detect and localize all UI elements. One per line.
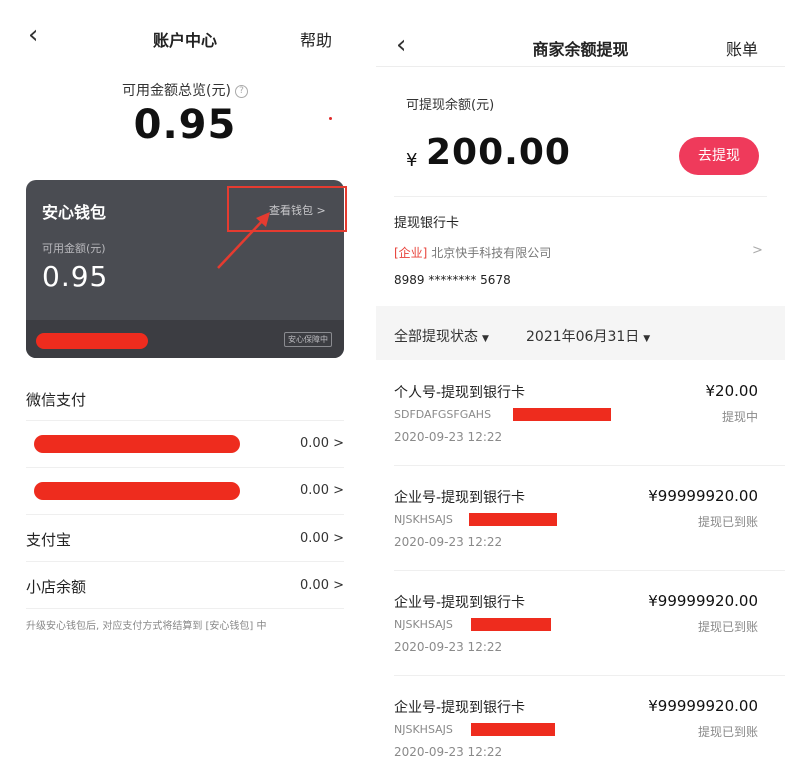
wechat-account-row[interactable]: 0.00 > (26, 468, 344, 514)
divider (394, 196, 767, 197)
wallet-card-title: 安心钱包 (42, 203, 107, 222)
withdrawable-label: 可提现余额(元) (406, 98, 495, 113)
guarantee-badge: 安心保障中 (284, 332, 332, 347)
help-link[interactable]: 帮助 (300, 27, 332, 51)
redaction-mark (469, 513, 557, 526)
redaction-mark (36, 333, 148, 349)
annotation-arrow-icon (217, 212, 270, 269)
wechat-pay-label: 微信支付 (26, 391, 87, 409)
record-id: NJSKHSAJS (394, 723, 453, 736)
record-time: 2020-09-23 12:22 (394, 430, 503, 444)
upgrade-footnote: 升级安心钱包后, 对应支付方式将结算到 [安心钱包] 中 (26, 621, 267, 632)
company-name: 北京快手科技有限公司 (431, 246, 552, 260)
wechat-account-row[interactable]: 0.00 > (26, 421, 344, 467)
wallet-balance: 0.95 (42, 260, 109, 293)
divider (26, 608, 344, 609)
bill-link[interactable]: 账单 (726, 36, 758, 60)
record-time: 2020-09-23 12:22 (394, 640, 503, 654)
record-title: 个人号-提现到银行卡 (394, 385, 526, 401)
redaction-mark (34, 482, 240, 500)
status-filter-dropdown[interactable]: 全部提现状态 ▼ (394, 326, 489, 346)
bank-card-company[interactable]: [企业] 北京快手科技有限公司 (394, 244, 551, 261)
alipay-row[interactable]: 支付宝 0.00 > (26, 515, 344, 561)
redaction-mark (471, 618, 551, 631)
withdrawable-amount: 200.00 (426, 132, 571, 173)
withdraw-record-row[interactable]: 企业号-提现到银行卡 ¥99999920.00 NJSKHSAJS 提现已到账 … (376, 570, 785, 675)
record-title: 企业号-提现到银行卡 (394, 595, 526, 611)
bank-card-number: 8989 ******** 5678 (394, 273, 511, 287)
wechat-account-balance: 0.00 > (300, 436, 344, 451)
merchant-withdraw-screen: ‹ 商家余额提现 账单 可提现余额(元) ¥ 200.00 去提现 提现银行卡 … (376, 0, 785, 778)
filter-bar: 全部提现状态 ▼ 2021年06月31日 ▼ (376, 306, 785, 360)
withdraw-record-row[interactable]: 个人号-提现到银行卡 ¥20.00 SDFDAFGSFGAHS 提现中 2020… (376, 360, 785, 465)
redaction-mark (34, 435, 240, 453)
shop-balance-value: 0.00 > (300, 578, 344, 593)
withdraw-button[interactable]: 去提现 (679, 137, 759, 175)
shop-balance-label: 小店余额 (26, 578, 87, 596)
caret-down-icon: ▼ (482, 334, 489, 344)
record-amount: ¥20.00 (705, 382, 759, 400)
caret-down-icon: ▼ (643, 334, 651, 344)
record-amount: ¥99999920.00 (648, 487, 758, 505)
status-filter-label: 全部提现状态 (394, 329, 478, 345)
record-time: 2020-09-23 12:22 (394, 745, 503, 759)
wechat-account-balance: 0.00 > (300, 483, 344, 498)
record-amount: ¥99999920.00 (648, 697, 758, 715)
record-status: 提现已到账 (697, 620, 758, 634)
record-title: 企业号-提现到银行卡 (394, 700, 526, 716)
redaction-mark (471, 723, 555, 736)
record-id: NJSKHSAJS (394, 513, 453, 526)
company-tag: [企业] (394, 246, 428, 260)
withdraw-record-row[interactable]: 企业号-提现到银行卡 ¥99999920.00 NJSKHSAJS 提现已到账 … (376, 675, 785, 778)
currency-symbol: ¥ (406, 150, 418, 171)
alipay-balance: 0.00 > (300, 531, 344, 546)
divider (376, 66, 785, 67)
withdraw-record-row[interactable]: 企业号-提现到银行卡 ¥99999920.00 NJSKHSAJS 提现已到账 … (376, 465, 785, 570)
notification-dot (329, 117, 332, 120)
record-title: 企业号-提现到银行卡 (394, 490, 526, 506)
record-amount: ¥99999920.00 (648, 592, 758, 610)
record-id: SDFDAFGSFGAHS (394, 408, 492, 421)
record-time: 2020-09-23 12:22 (394, 535, 503, 549)
wallet-balance-label: 可用金额(元) (42, 242, 106, 255)
date-filter-dropdown[interactable]: 2021年06月31日 ▼ (526, 326, 650, 346)
alipay-label: 支付宝 (26, 531, 72, 549)
record-status: 提现已到账 (697, 725, 758, 739)
record-status: 提现中 (721, 410, 758, 424)
shop-balance-row[interactable]: 小店余额 0.00 > (26, 562, 344, 608)
record-status: 提现已到账 (697, 515, 758, 529)
account-center-screen: ‹ 账户中心 帮助 可用金额总览(元)? 0.95 安心钱包 查看钱包 > 可用… (0, 0, 370, 778)
question-circle-icon[interactable]: ? (234, 84, 248, 98)
total-balance-amount: 0.95 (133, 102, 237, 148)
record-id: NJSKHSAJS (394, 618, 453, 631)
redaction-mark (513, 408, 611, 421)
chevron-right-icon[interactable]: > (752, 243, 763, 258)
page-title: 商家余额提现 (532, 40, 629, 59)
total-balance-label-text: 可用金额总览(元) (122, 83, 231, 99)
total-balance-label: 可用金额总览(元)? (0, 80, 370, 100)
bank-card-title: 提现银行卡 (394, 216, 460, 231)
date-filter-label: 2021年06月31日 (526, 329, 640, 345)
